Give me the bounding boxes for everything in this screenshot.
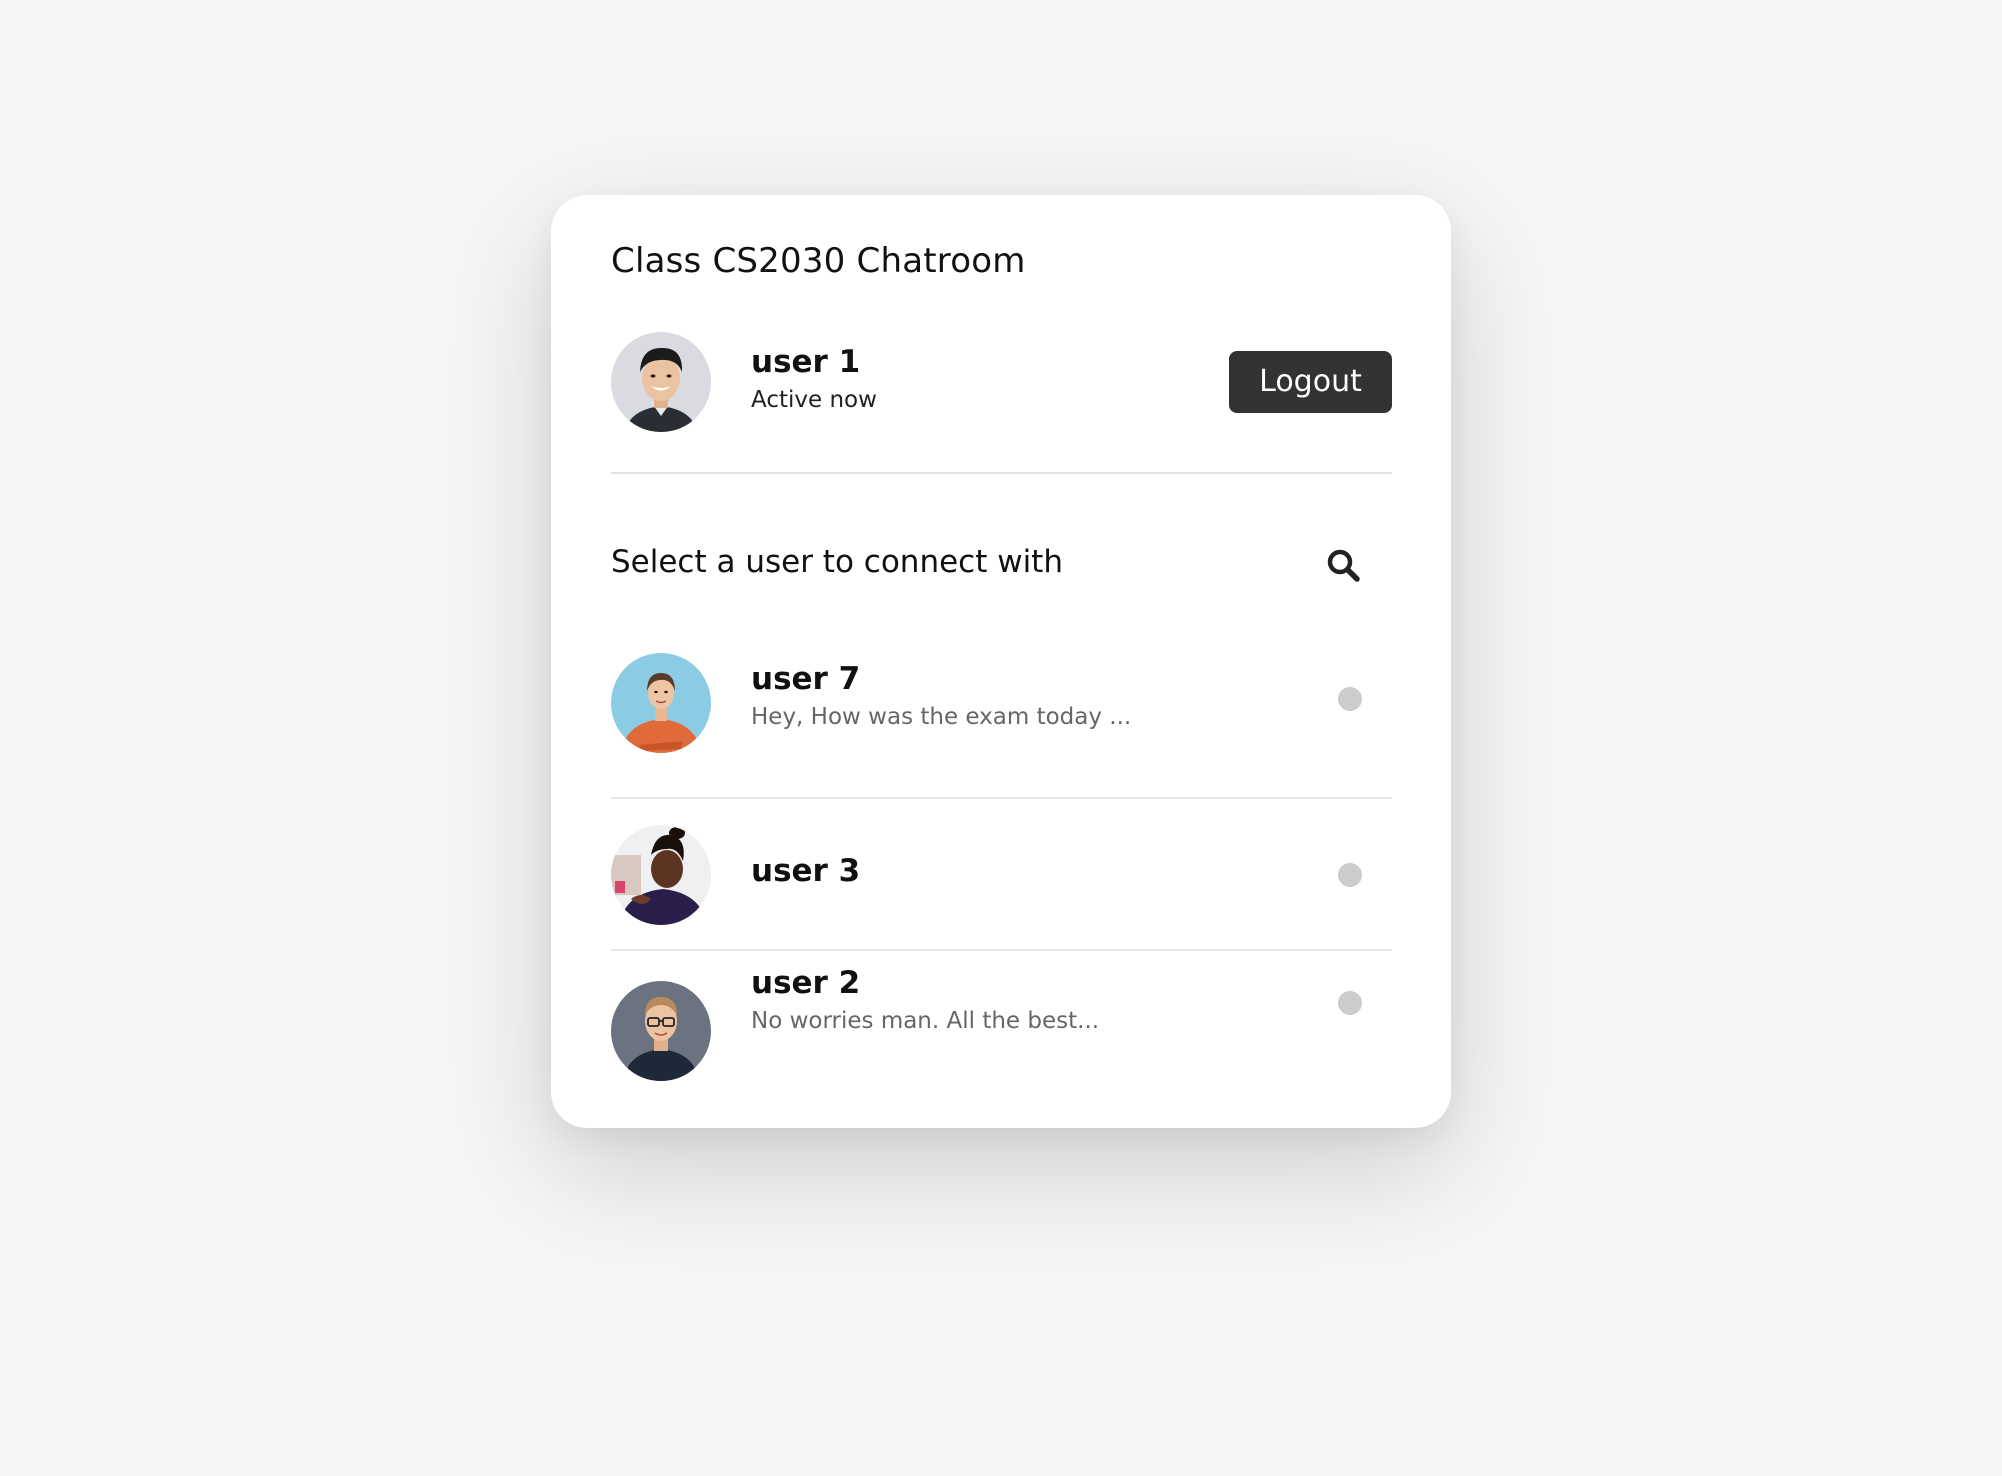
avatar <box>611 981 711 1081</box>
current-user-name: user 1 <box>751 344 861 380</box>
avatar <box>611 825 711 925</box>
user-list-item[interactable]: user 2 No worries man. All the best... <box>611 951 1392 1103</box>
avatar <box>611 332 711 432</box>
avatar <box>611 653 711 753</box>
search-icon <box>1327 549 1360 582</box>
user-list-item[interactable]: user 3 <box>611 799 1392 951</box>
user-list: user 7 Hey, How was the exam today ... u… <box>611 647 1392 1103</box>
current-user-status: Active now <box>751 387 877 413</box>
user-name: user 2 <box>751 965 861 1001</box>
page-title: Class CS2030 Chatroom <box>611 241 1026 281</box>
status-dot <box>1338 863 1362 887</box>
user-name: user 7 <box>751 661 861 697</box>
logout-button[interactable]: Logout <box>1229 351 1392 413</box>
status-dot <box>1338 687 1362 711</box>
search-button[interactable] <box>1321 543 1365 587</box>
chat-card: Class CS2030 Chatroom user 1 Active now … <box>551 195 1451 1128</box>
user-list-item[interactable]: user 7 Hey, How was the exam today ... <box>611 647 1392 799</box>
header-divider <box>611 472 1392 474</box>
last-message: No worries man. All the best... <box>751 1008 1100 1034</box>
current-user-header: user 1 Active now Logout <box>611 332 1392 432</box>
select-user-label: Select a user to connect with <box>611 544 1063 580</box>
user-name: user 3 <box>751 853 861 889</box>
status-dot <box>1338 991 1362 1015</box>
last-message: Hey, How was the exam today ... <box>751 704 1132 730</box>
